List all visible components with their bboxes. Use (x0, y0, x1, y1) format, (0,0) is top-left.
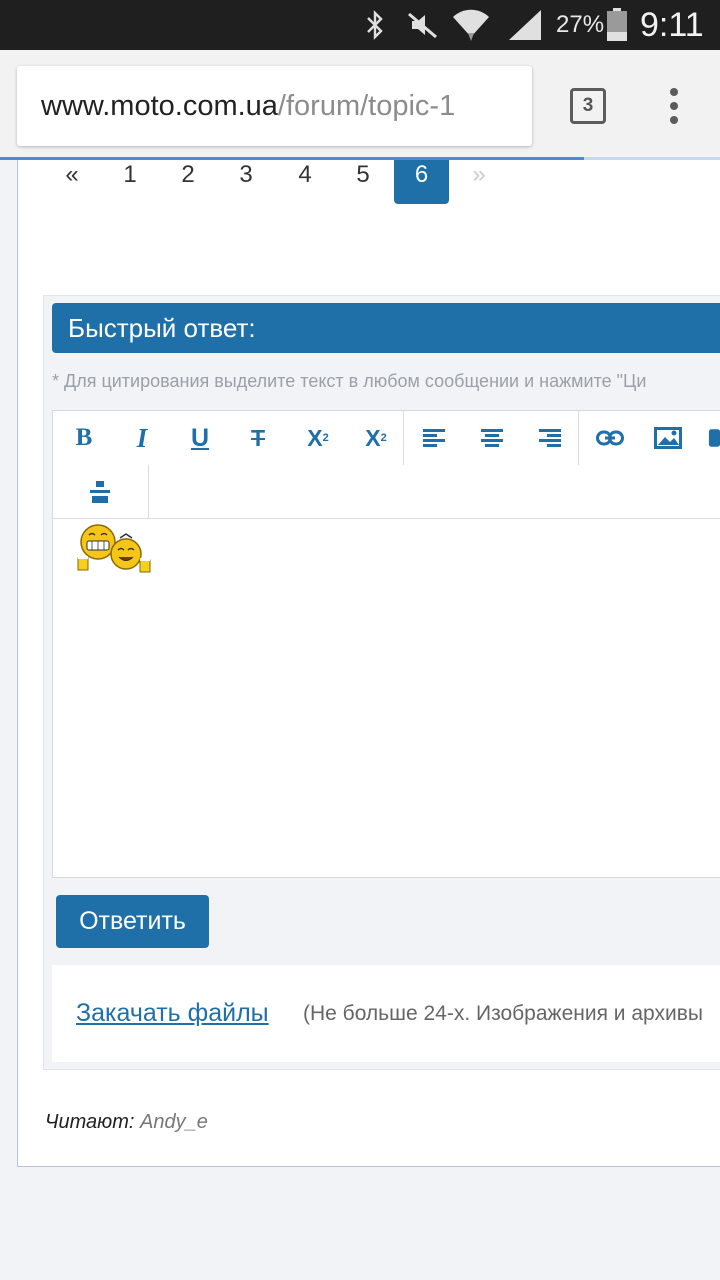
reading-label: Читают: (45, 1111, 135, 1133)
spoiler-icon[interactable] (701, 411, 720, 465)
address-bar[interactable]: www.moto.com.ua/forum/topic-1 (17, 66, 532, 146)
upload-files-link[interactable]: Закачать файлы (76, 965, 269, 1062)
overflow-menu-icon[interactable] (660, 88, 688, 124)
strikethrough-icon[interactable]: T (233, 411, 283, 465)
horizontal-rule-icon[interactable] (75, 465, 125, 518)
italic-label: I (136, 422, 148, 453)
pagination-page-4[interactable]: 4 (285, 160, 325, 204)
wifi-icon (450, 0, 492, 50)
pagination-page-2[interactable]: 2 (168, 160, 208, 204)
pagination-prev[interactable]: « (52, 160, 92, 204)
pagination-page-5[interactable]: 5 (343, 160, 383, 204)
browser-toolbar: www.moto.com.ua/forum/topic-1 3 (0, 50, 720, 160)
editor-toolbar-row-2 (53, 465, 720, 518)
bluetooth-icon (362, 0, 388, 50)
battery-percent: 27% (556, 11, 605, 38)
strike-label: T (250, 424, 266, 451)
mute-icon (405, 0, 441, 50)
submit-reply-button[interactable]: Ответить (56, 895, 209, 948)
align-right-icon[interactable] (525, 411, 575, 465)
toolbar-divider (53, 518, 720, 519)
reading-user[interactable]: Andy_e (140, 1108, 208, 1136)
pagination-next[interactable]: » (459, 160, 499, 204)
battery-icon (605, 0, 629, 50)
superscript-label: X (307, 424, 323, 451)
tab-switcher-button[interactable]: 3 (570, 88, 606, 124)
pagination-page-1[interactable]: 1 (110, 160, 150, 204)
clock: 9:11 (640, 6, 704, 44)
pagination-current-page: 6 (394, 160, 449, 204)
pagination-page-3[interactable]: 3 (226, 160, 266, 204)
toolbar-separator (148, 465, 149, 518)
bold-icon[interactable]: B (59, 411, 109, 465)
upload-section: Закачать файлы (Не больше 24-х. Изображе… (52, 965, 720, 1062)
emoticon-beer-smileys-icon (76, 522, 154, 574)
url-text: www.moto.com.ua/forum/topic-1 (41, 66, 455, 146)
toolbar-separator (403, 411, 404, 465)
subscript-icon[interactable]: X2 (351, 411, 401, 465)
status-bar: 27% 9:11 (0, 0, 720, 50)
image-icon[interactable] (643, 411, 693, 465)
quick-reply-title: Быстрый ответ: (52, 303, 720, 353)
italic-icon[interactable]: I (117, 411, 167, 465)
editor-toolbar: B I U T X2 X2 (53, 411, 720, 465)
superscript-icon[interactable]: X2 (293, 411, 343, 465)
underline-icon[interactable]: U (175, 411, 225, 465)
bold-label: B (75, 424, 93, 451)
url-host: www.moto.com.ua (41, 90, 278, 122)
upload-note: (Не больше 24-х. Изображения и архивы (303, 1002, 703, 1025)
cell-signal-icon (506, 0, 544, 50)
underline-label: U (190, 423, 210, 452)
quote-hint: * Для цитирования выделите текст в любом… (52, 371, 647, 391)
toolbar-separator (578, 411, 579, 465)
link-icon[interactable] (585, 411, 635, 465)
url-path: /forum/topic-1 (277, 90, 456, 122)
subscript-label: X (365, 424, 381, 451)
align-left-icon[interactable] (409, 411, 459, 465)
align-center-icon[interactable] (467, 411, 517, 465)
